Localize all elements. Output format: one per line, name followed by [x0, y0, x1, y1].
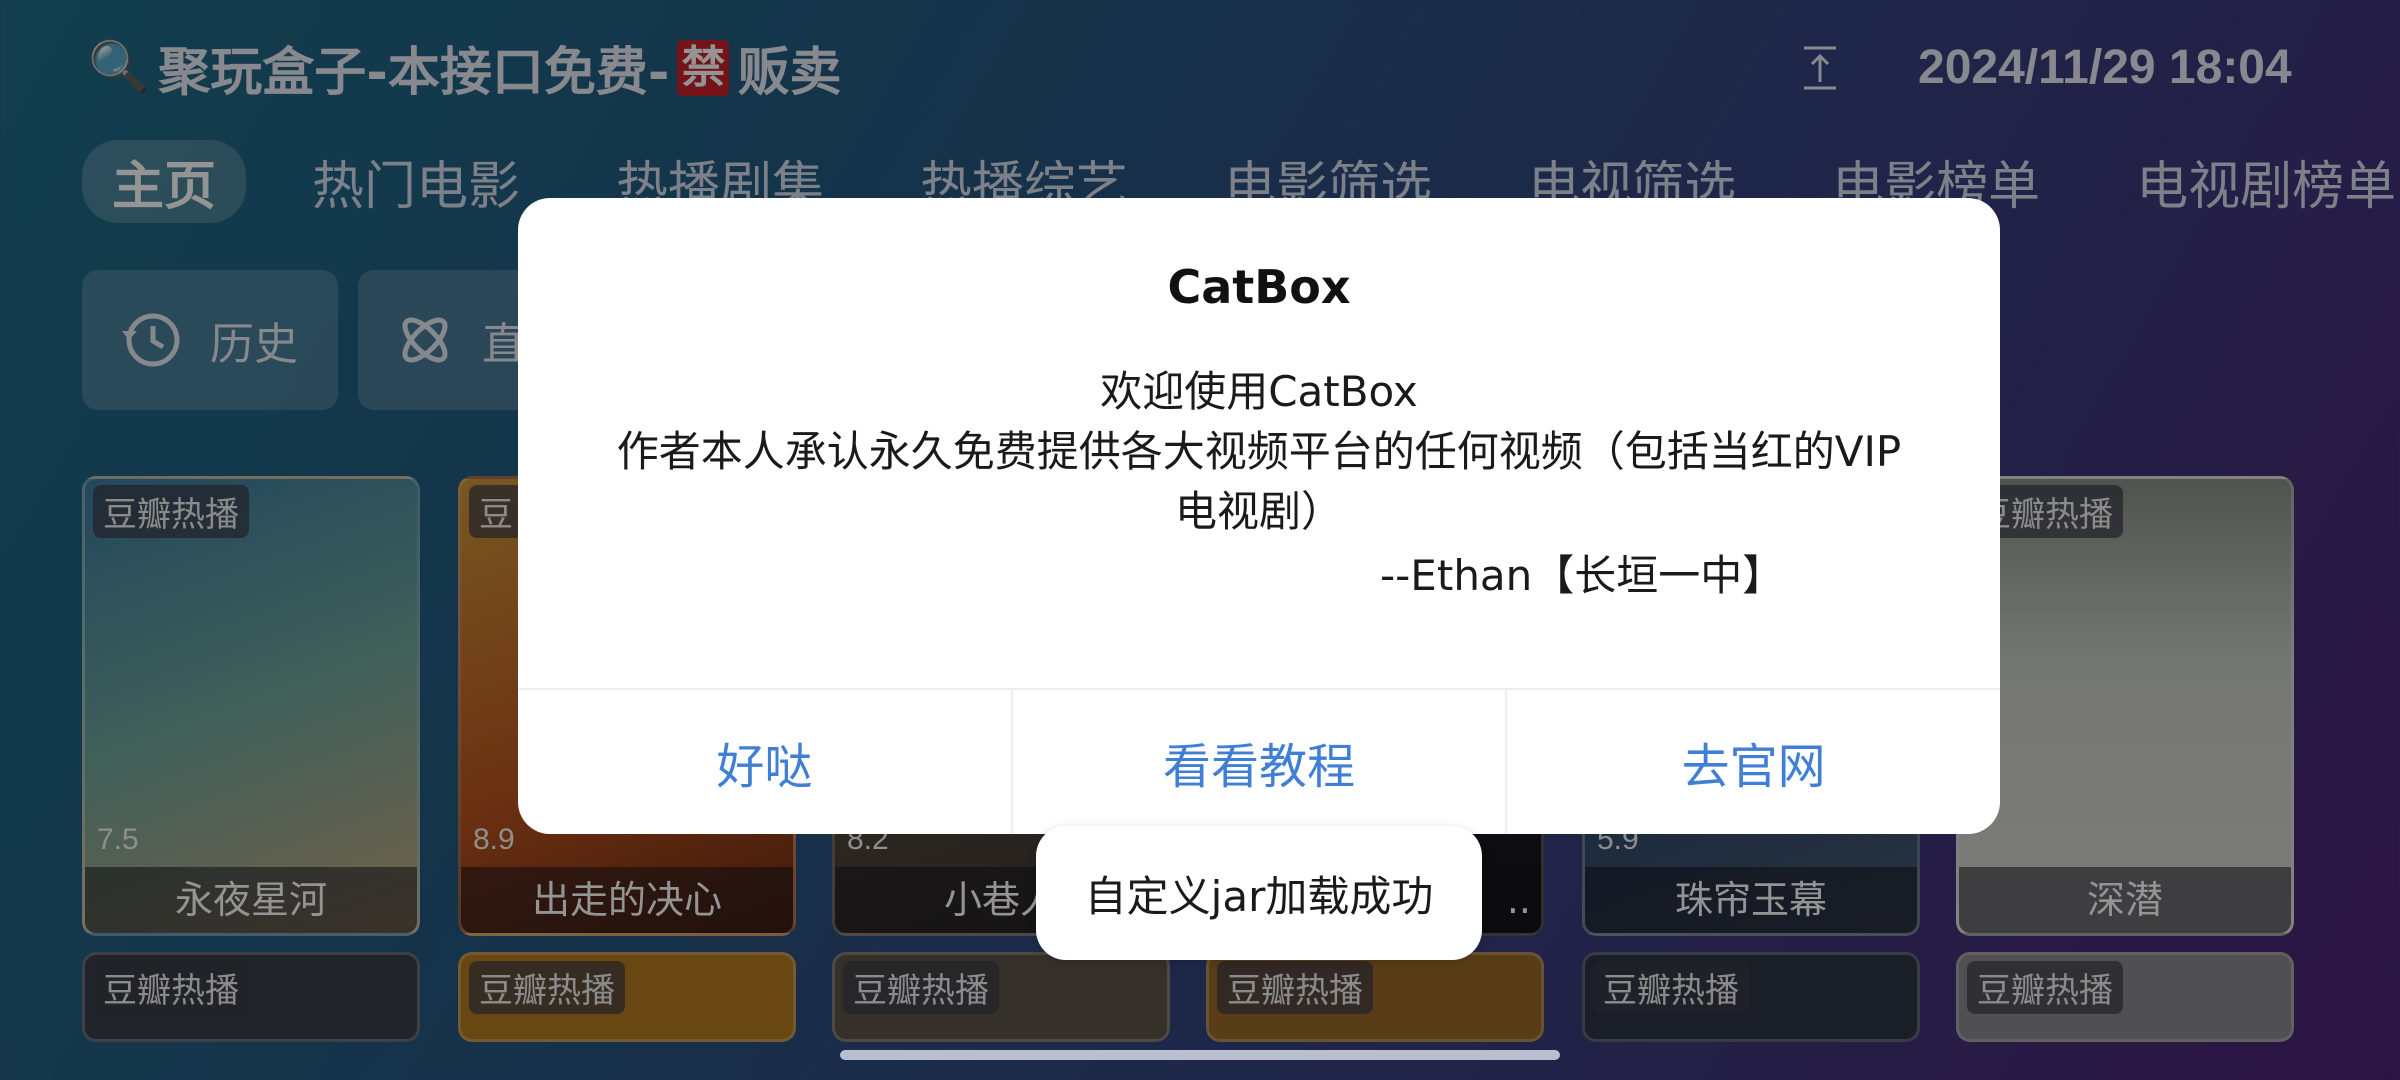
- home-indicator[interactable]: [840, 1050, 1560, 1060]
- dialog-title: CatBox: [1167, 260, 1351, 314]
- dialog-signature: --Ethan【长垣一中】: [1380, 551, 1785, 600]
- official-site-button[interactable]: 去官网: [1507, 690, 2000, 834]
- dialog-line-statement: 作者本人承认永久免费提供各大视频平台的任何视频（包括当红的VIP电视剧）: [616, 427, 1902, 536]
- tutorial-button[interactable]: 看看教程: [1013, 690, 1508, 834]
- dialog-actions: 好哒 看看教程 去官网: [518, 688, 2000, 834]
- dialog-message: 欢迎使用CatBox 作者本人承认永久免费提供各大视频平台的任何视频（包括当红的…: [608, 362, 1910, 542]
- dialog-line-welcome: 欢迎使用CatBox: [1100, 367, 1418, 416]
- toast-message: 自定义jar加载成功: [1036, 826, 1482, 960]
- welcome-dialog: CatBox 欢迎使用CatBox 作者本人承认永久免费提供各大视频平台的任何视…: [518, 198, 2000, 834]
- ok-button[interactable]: 好哒: [518, 690, 1013, 834]
